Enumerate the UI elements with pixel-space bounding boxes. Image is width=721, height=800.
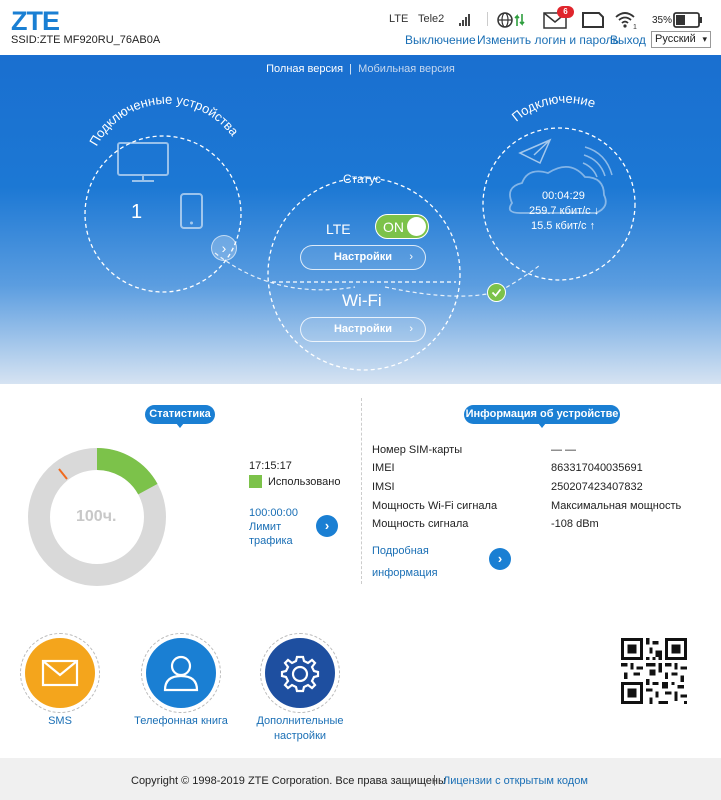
detailed-info-line1: Подробная xyxy=(372,545,429,557)
info-value-imei: 863317040035691 xyxy=(551,462,643,474)
lte-settings-label: Настройки xyxy=(333,251,393,263)
change-login-link[interactable]: Изменить логин и пароль xyxy=(477,33,619,47)
connected-devices-count: 1 xyxy=(131,201,143,223)
wifi-icon: 1 xyxy=(615,12,637,30)
used-legend-label: Использовано xyxy=(268,476,341,488)
signal-waves-icon xyxy=(582,146,613,178)
sim-card-icon xyxy=(582,12,604,28)
phonebook-shortcut-label[interactable]: Телефонная книга xyxy=(121,714,241,729)
devices-arc-title: Подключенные устройства xyxy=(86,92,242,148)
wifi-settings-label: Настройки xyxy=(333,323,393,335)
svg-text:1: 1 xyxy=(633,24,637,30)
person-icon xyxy=(163,655,199,692)
chevron-right-icon: › xyxy=(409,251,413,263)
signal-strength-icon xyxy=(459,14,470,26)
phonebook-shortcut[interactable] xyxy=(141,633,221,713)
gear-icon xyxy=(280,655,320,693)
info-value-sim: — — xyxy=(551,444,577,456)
statistics-tag: Статистика xyxy=(145,405,215,428)
status-title: Статус xyxy=(343,172,381,186)
copyright-text: Copyright © 1998-2019 ZTE Corporation. В… xyxy=(131,775,446,787)
traffic-limit-link[interactable]: 100:00:00 Лимит трафика xyxy=(249,506,298,548)
wifi-label: Wi-Fi xyxy=(342,291,382,310)
shutdown-link[interactable]: Выключение xyxy=(405,33,476,47)
advanced-settings-line2: настройки xyxy=(273,730,327,742)
detailed-info-arrow-button[interactable]: › xyxy=(489,548,511,570)
limit-value: 100:00:00 xyxy=(249,507,298,519)
connected-check-icon xyxy=(487,283,506,302)
detailed-info-link[interactable]: Подробная информация xyxy=(372,540,438,584)
lte-toggle[interactable]: ON xyxy=(375,214,429,239)
limit-label-line1: Лимит xyxy=(249,521,282,533)
chevron-down-icon: ▾ xyxy=(702,34,707,44)
detailed-info-line2: информация xyxy=(372,567,438,579)
info-label-wifi-power: Мощность Wi-Fi сигнала xyxy=(372,500,498,512)
network-type: LTE xyxy=(389,13,409,25)
info-label-sim: Номер SIM-карты xyxy=(372,444,463,456)
footer-separator: | xyxy=(433,774,436,786)
battery-icon xyxy=(673,12,702,28)
advanced-settings-line1: Дополнительные xyxy=(256,715,344,727)
connection-title-path: Подключение xyxy=(509,91,598,125)
phonebook-shortcut-circle[interactable] xyxy=(146,638,216,708)
paper-plane-icon xyxy=(518,138,552,165)
wifi-settings-button[interactable]: Настройки › xyxy=(300,317,426,342)
connection-arc-title: Подключение xyxy=(509,91,598,125)
envelope-icon xyxy=(41,659,79,687)
advanced-settings-label[interactable]: Дополнительные настройки xyxy=(240,714,360,744)
sms-shortcut-circle[interactable] xyxy=(25,638,95,708)
ssid-label: SSID:ZTE MF920RU_76AB0A xyxy=(11,34,161,46)
info-value-wifi-power: Максимальная мощность xyxy=(551,500,682,512)
used-legend-swatch xyxy=(249,475,262,488)
zte-logo: ZTE xyxy=(11,6,60,36)
header-divider xyxy=(487,12,488,26)
lte-settings-button[interactable]: Настройки › xyxy=(300,245,426,270)
download-speed: 259.7 кбит/с ↓ xyxy=(529,205,600,217)
language-select[interactable]: Русский ▾ xyxy=(651,31,711,48)
advanced-settings-shortcut-circle[interactable] xyxy=(265,638,335,708)
elapsed-time: 17:15:17 xyxy=(249,460,292,472)
section-divider xyxy=(361,398,362,584)
language-value: Русский xyxy=(655,33,696,45)
devices-title-path: Подключенные устройства xyxy=(86,92,242,148)
donut-center-label: 100ч. xyxy=(76,508,117,525)
phone-icon xyxy=(180,193,203,229)
toggle-knob xyxy=(407,217,426,236)
operator-name: Tele2 xyxy=(418,13,445,25)
lte-label: LTE xyxy=(326,221,351,237)
info-value-signal: -108 dBm xyxy=(551,518,599,530)
chevron-right-icon: › xyxy=(409,323,413,335)
advanced-settings-shortcut[interactable] xyxy=(260,633,340,713)
traffic-limit-arrow-button[interactable]: › xyxy=(316,515,338,537)
device-info-tag: Информация об устройстве xyxy=(464,405,620,428)
opensource-licenses-link[interactable]: Лицензии с открытым кодом xyxy=(443,775,588,787)
monitor-icon xyxy=(117,142,169,182)
info-value-imsi: 250207423407832 xyxy=(551,481,643,493)
sms-unread-badge: 6 xyxy=(557,6,574,18)
logout-link[interactable]: Выход xyxy=(610,33,646,47)
internet-globe-icon[interactable] xyxy=(497,11,527,29)
connection-time: 00:04:29 xyxy=(542,190,585,202)
upload-speed: 15.5 кбит/с ↑ xyxy=(531,220,596,232)
info-label-imsi: IMSI xyxy=(372,481,395,493)
limit-label-line2: трафика xyxy=(249,535,293,547)
top-header: ZTE SSID:ZTE MF920RU_76AB0A LTE Tele2 6 … xyxy=(0,0,721,55)
dashboard-hero: Полная версия | Мобильная версия Подключ… xyxy=(0,55,721,384)
sms-shortcut[interactable] xyxy=(20,633,100,713)
info-label-signal: Мощность сигнала xyxy=(372,518,469,530)
footer: Copyright © 1998-2019 ZTE Corporation. В… xyxy=(0,758,721,800)
battery-percentage: 35% xyxy=(652,15,673,26)
sms-shortcut-label[interactable]: SMS xyxy=(20,714,100,729)
lte-toggle-state: ON xyxy=(383,219,404,235)
info-label-imei: IMEI xyxy=(372,462,395,474)
devices-details-button[interactable]: › xyxy=(211,235,237,261)
qr-code-icon xyxy=(621,638,687,704)
